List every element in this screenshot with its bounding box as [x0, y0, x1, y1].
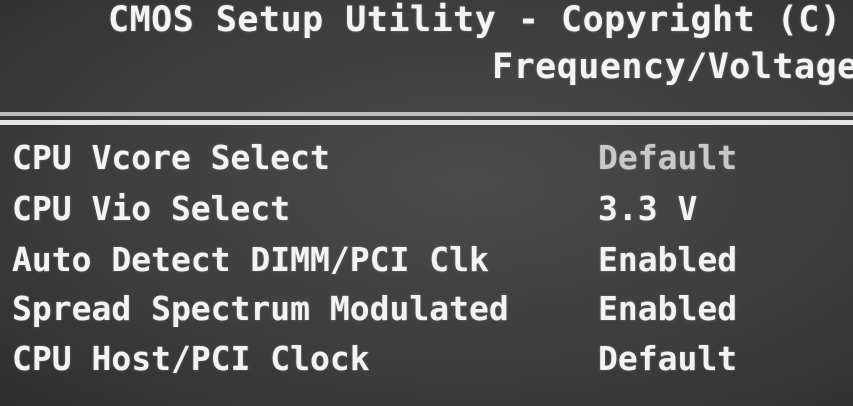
setting-label: CPU Vio Select [12, 189, 291, 228]
setting-row-cpu-vcore-select[interactable]: CPU Vcore Select Default [0, 138, 853, 186]
bios-screen: CMOS Setup Utility - Copyright (C) Frequ… [0, 0, 853, 406]
setting-row-auto-detect-dimm-pci-clk[interactable]: Auto Detect DIMM/PCI Clk Enabled [0, 240, 853, 288]
setting-value[interactable]: Default [598, 138, 737, 177]
setting-value[interactable]: 3.3 V [598, 189, 697, 228]
divider-line-top [0, 112, 853, 116]
page-title: Frequency/Voltage [492, 47, 853, 87]
header-divider [0, 108, 853, 130]
setting-label: CPU Vcore Select [12, 138, 330, 177]
utility-title: CMOS Setup Utility - Copyright (C) [108, 0, 842, 40]
divider-line-bottom [0, 120, 853, 125]
setting-row-cpu-host-pci-clock[interactable]: CPU Host/PCI Clock Default [0, 339, 853, 387]
setting-row-spread-spectrum-modulated[interactable]: Spread Spectrum Modulated Enabled [0, 289, 853, 337]
setting-label: CPU Host/PCI Clock [12, 339, 370, 378]
setting-value[interactable]: Default [598, 339, 737, 378]
setting-label: Auto Detect DIMM/PCI Clk [12, 240, 489, 279]
setting-value[interactable]: Enabled [598, 240, 737, 279]
setting-row-cpu-vio-select[interactable]: CPU Vio Select 3.3 V [0, 189, 853, 237]
setting-value[interactable]: Enabled [598, 289, 737, 328]
setting-label: Spread Spectrum Modulated [12, 289, 509, 328]
